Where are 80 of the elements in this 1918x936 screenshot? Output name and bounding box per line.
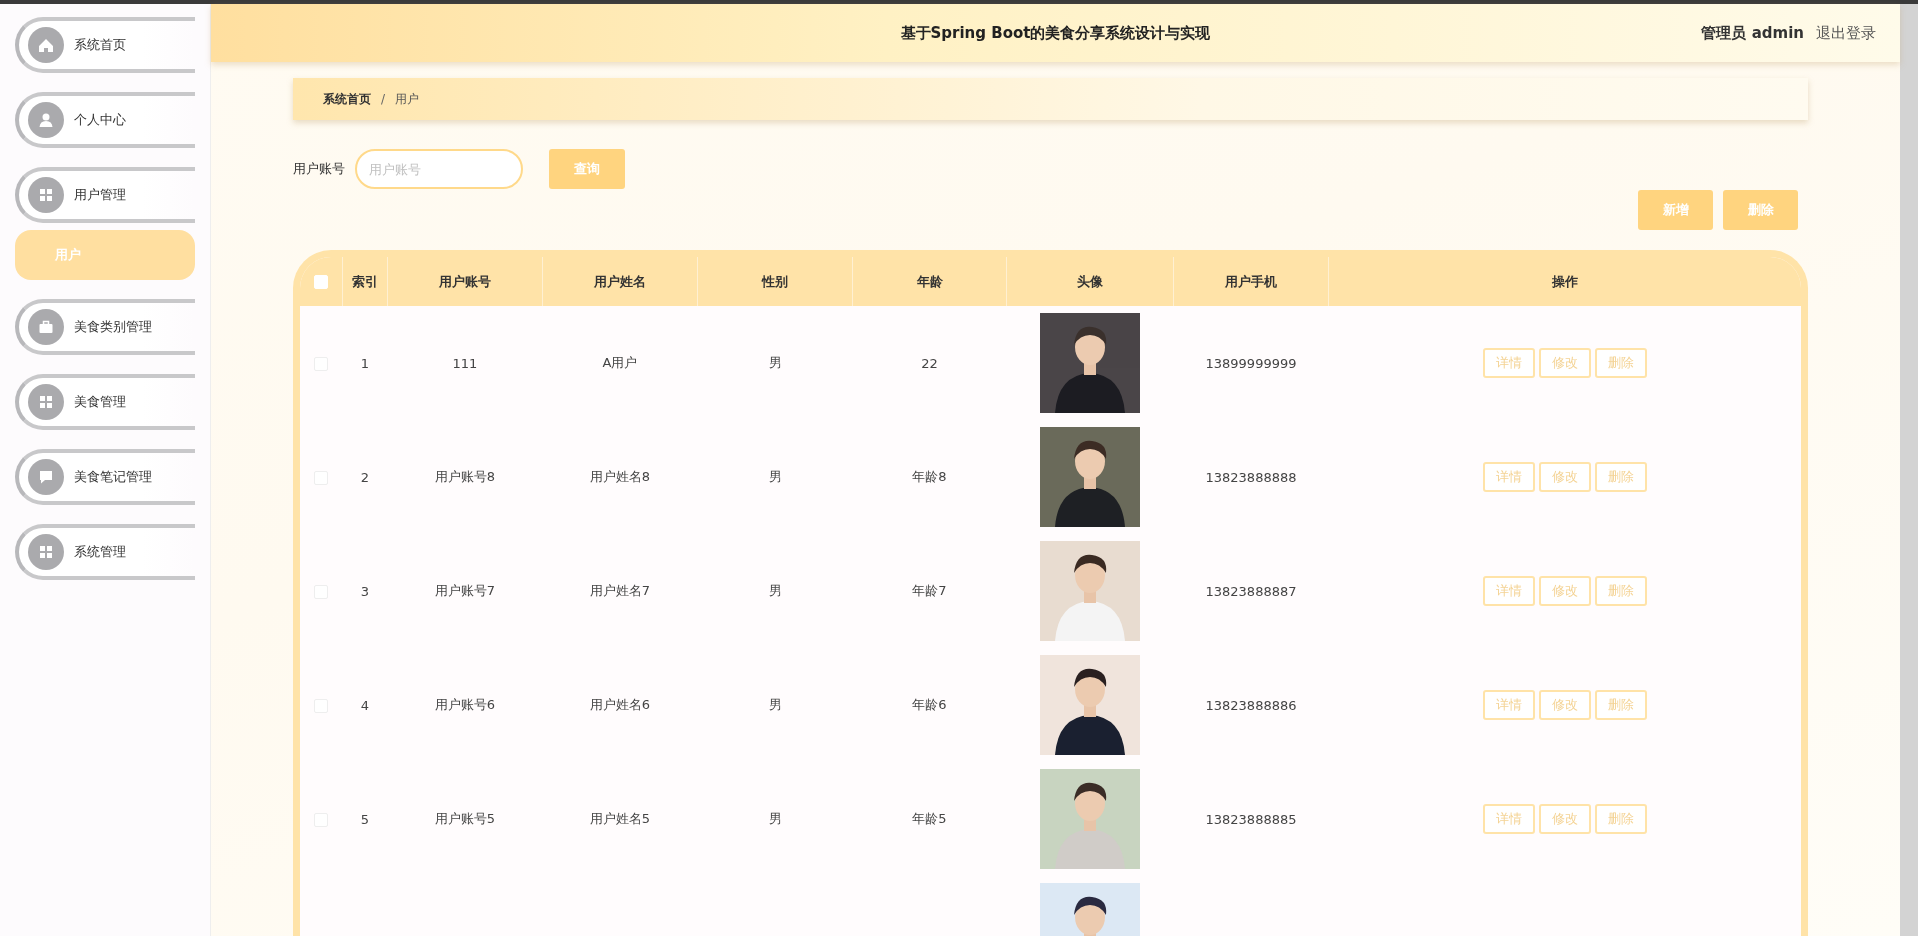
table-cell: 男: [768, 469, 782, 484]
sidebar-item[interactable]: 系统管理: [15, 524, 195, 580]
column-header: 用户姓名: [594, 273, 646, 289]
details-button[interactable]: 详情: [1482, 462, 1535, 492]
table-cell: 用户姓名6: [589, 697, 651, 712]
search-button[interactable]: 查询: [549, 149, 625, 189]
column-header: 用户手机: [1225, 273, 1277, 289]
details-button[interactable]: 详情: [1482, 576, 1535, 606]
grid-icon: [28, 177, 64, 213]
delete-button[interactable]: 删除: [1594, 804, 1647, 834]
scrollbar[interactable]: [1900, 4, 1918, 936]
table-cell: 13823888886: [1205, 697, 1297, 713]
sidebar-item[interactable]: 美食管理: [15, 374, 195, 430]
delete-button[interactable]: 删除: [1594, 690, 1647, 720]
table-cell: 用户姓名5: [589, 811, 651, 826]
sidebar-item[interactable]: 用户管理: [15, 167, 195, 223]
table-cell: 13899999999: [1205, 355, 1297, 371]
table-cell: 13823888887: [1205, 583, 1297, 599]
sidebar-item[interactable]: 美食笔记管理: [15, 449, 195, 505]
add-button[interactable]: 新增: [1638, 190, 1713, 230]
logout-link[interactable]: 退出登录: [1816, 23, 1876, 43]
page-title: 基于Spring Boot的美食分享系统设计与实现: [900, 23, 1211, 43]
edit-button[interactable]: 修改: [1538, 690, 1591, 720]
grid-icon: [28, 384, 64, 420]
breadcrumb-link[interactable]: 系统首页: [323, 90, 371, 108]
table-cell: 年龄7: [912, 583, 947, 598]
breadcrumb-link[interactable]: 用户: [395, 90, 420, 108]
table-cell: 用户姓名7: [589, 583, 651, 598]
table-cell: 3: [360, 583, 370, 599]
column-header: 性别: [762, 273, 788, 289]
delete-button[interactable]: 删除: [1723, 190, 1798, 230]
table-cell: A用户: [602, 355, 638, 370]
field-label: 用户账号: [293, 160, 345, 178]
table-cell: 用户账号5: [434, 811, 496, 826]
submenu-item[interactable]: 用户: [15, 230, 195, 280]
delete-button[interactable]: 删除: [1594, 576, 1647, 606]
grid-icon: [28, 534, 64, 570]
table-cell: 年龄8: [912, 469, 947, 484]
briefcase-icon: [28, 309, 64, 345]
table-cell: 男: [768, 811, 782, 826]
table-cell: 年龄5: [912, 811, 947, 826]
table-cell: 5: [360, 811, 370, 827]
table-cell: 2: [360, 469, 370, 485]
delete-button[interactable]: 删除: [1594, 462, 1647, 492]
table-cell: 22: [921, 355, 938, 371]
chat-icon: [28, 459, 64, 495]
table-cell: 用户账号8: [434, 469, 496, 484]
column-header: 头像: [1077, 273, 1103, 289]
table-cell: 年龄6: [912, 697, 947, 712]
sidebar-item[interactable]: 系统首页: [15, 17, 195, 73]
edit-button[interactable]: 修改: [1538, 576, 1591, 606]
details-button[interactable]: 详情: [1482, 348, 1535, 378]
edit-button[interactable]: 修改: [1538, 348, 1591, 378]
table-cell: 用户账号7: [434, 583, 496, 598]
table-cell: 13823888888: [1205, 469, 1297, 485]
details-button[interactable]: 详情: [1482, 690, 1535, 720]
table-cell: 男: [768, 355, 782, 370]
table-cell: 男: [768, 583, 782, 598]
edit-button[interactable]: 修改: [1538, 804, 1591, 834]
search-field[interactable]: 用户账号: [355, 149, 523, 189]
person-icon: [28, 102, 64, 138]
details-button[interactable]: 详情: [1482, 804, 1535, 834]
column-header: 操作: [1552, 273, 1578, 289]
column-header: 用户账号: [439, 273, 491, 289]
table-cell: 男: [768, 697, 782, 712]
table-cell: 4: [360, 697, 370, 713]
column-header: 索引: [352, 273, 378, 289]
home-icon: [28, 27, 64, 63]
table-cell: 1: [360, 355, 370, 371]
sidebar-item[interactable]: 个人中心: [15, 92, 195, 148]
table-cell: 用户姓名8: [589, 469, 651, 484]
edit-button[interactable]: 修改: [1538, 462, 1591, 492]
table-cell: 111: [452, 355, 478, 371]
sidebar-item[interactable]: 美食类别管理: [15, 299, 195, 355]
breadcrumb-separator: /: [381, 92, 386, 106]
table-cell: 用户账号6: [434, 697, 496, 712]
user-label: 管理员 admin: [1701, 23, 1804, 43]
column-header: 年龄: [916, 273, 943, 289]
table-cell: 13823888885: [1205, 811, 1297, 827]
delete-button[interactable]: 删除: [1594, 348, 1647, 378]
